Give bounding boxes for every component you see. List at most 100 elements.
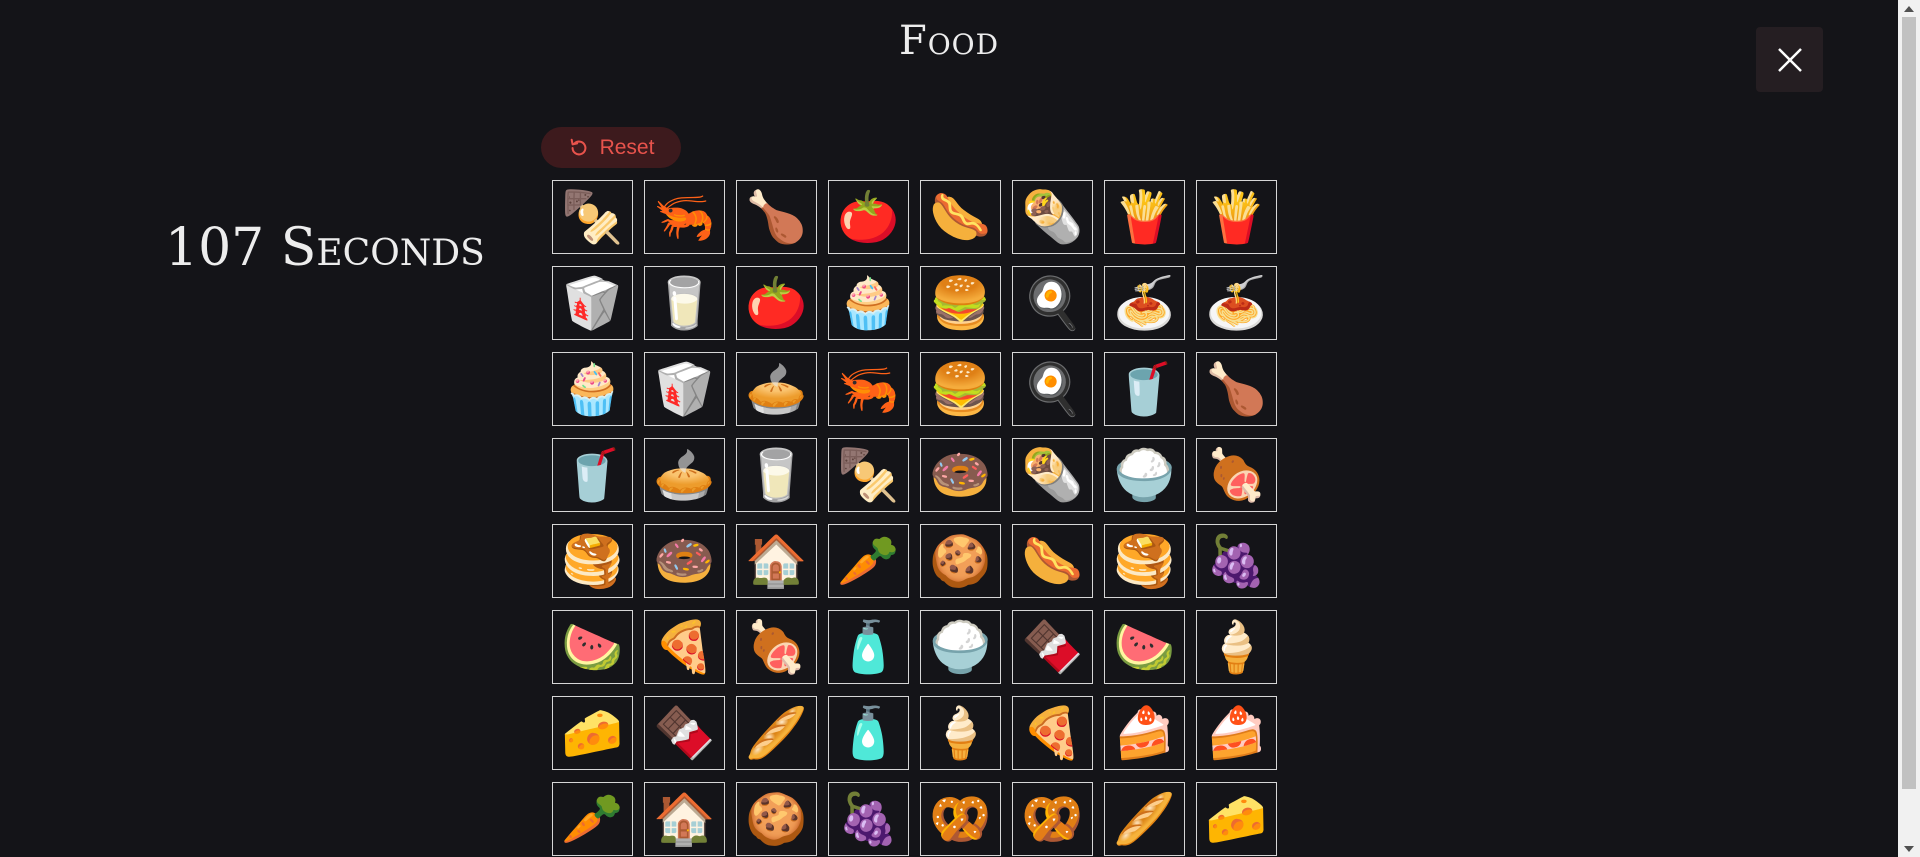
memory-card[interactable]: 🍅: [736, 266, 817, 340]
carrot-icon: 🥕: [561, 790, 624, 848]
memory-card[interactable]: 🍟: [1196, 180, 1277, 254]
memory-card[interactable]: 🍢: [828, 438, 909, 512]
memory-card[interactable]: 🍫: [644, 696, 725, 770]
memory-card[interactable]: 🥕: [552, 782, 633, 856]
memory-card[interactable]: 🍅: [828, 180, 909, 254]
memory-card[interactable]: 🥧: [736, 352, 817, 426]
memory-card[interactable]: 🧴: [828, 696, 909, 770]
memory-card[interactable]: 🏠: [736, 524, 817, 598]
pancakes-icon: 🥞: [1113, 532, 1176, 590]
roast-chicken-icon: 🍖: [745, 618, 808, 676]
hot-dog-icon: 🌭: [1021, 532, 1084, 590]
cola-bottle-icon: 🥤: [561, 446, 624, 504]
memory-card[interactable]: 🍖: [736, 610, 817, 684]
memory-card[interactable]: 🥧: [644, 438, 725, 512]
memory-card[interactable]: 🥨: [1012, 782, 1093, 856]
memory-card[interactable]: 🍰: [1196, 696, 1277, 770]
memory-card[interactable]: 🥛: [736, 438, 817, 512]
memory-card[interactable]: 🍳: [1012, 266, 1093, 340]
memory-card[interactable]: 🍫: [1012, 610, 1093, 684]
memory-card[interactable]: 🍗: [1196, 352, 1277, 426]
memory-card[interactable]: 🦐: [644, 180, 725, 254]
cupcake-icon: 🧁: [837, 274, 900, 332]
memory-card[interactable]: 🥤: [552, 438, 633, 512]
memory-card[interactable]: 🍕: [644, 610, 725, 684]
memory-card[interactable]: 🍗: [736, 180, 817, 254]
chocolate-bar-icon: 🍫: [1021, 618, 1084, 676]
rice-bowl-icon: 🍚: [1113, 446, 1176, 504]
memory-card[interactable]: 🍩: [644, 524, 725, 598]
memory-card[interactable]: 🍔: [920, 266, 1001, 340]
burrito-icon: 🌯: [1021, 446, 1084, 504]
memory-card[interactable]: 🥛: [644, 266, 725, 340]
memory-card[interactable]: 🍦: [920, 696, 1001, 770]
page-title: Food: [898, 18, 1000, 64]
scroll-up-arrow[interactable]: [1898, 0, 1920, 17]
memory-card[interactable]: 🦐: [828, 352, 909, 426]
memory-card[interactable]: 🥡: [644, 352, 725, 426]
memory-card[interactable]: 🍚: [1104, 438, 1185, 512]
french-fries-icon: 🍟: [1113, 188, 1176, 246]
condiments-icon: 🧴: [837, 704, 900, 762]
scroll-thumb[interactable]: [1902, 17, 1916, 789]
memory-card[interactable]: 🍝: [1104, 266, 1185, 340]
memory-card[interactable]: 🍰: [1104, 696, 1185, 770]
memory-card[interactable]: 🍪: [920, 524, 1001, 598]
memory-card[interactable]: 🌯: [1012, 438, 1093, 512]
cheese-icon: 🧀: [1205, 790, 1268, 848]
memory-card[interactable]: 🍦: [1196, 610, 1277, 684]
scroll-down-arrow[interactable]: [1898, 840, 1920, 857]
memory-card[interactable]: 🥖: [1104, 782, 1185, 856]
memory-card[interactable]: 🍝: [1196, 266, 1277, 340]
shrimp-icon: 🦐: [837, 360, 900, 418]
memory-card[interactable]: 🧁: [552, 352, 633, 426]
game-page: Food 107 Seconds Reset 🍢 🦐 🍗 🍅 🌭 🌯 🍟 🍟 🥡 🥛 🍅 🧁 🍔 🍳 🍝 🍝 🧁…: [0, 0, 1898, 857]
memory-card[interactable]: 🧀: [552, 696, 633, 770]
memory-card[interactable]: 🌭: [1012, 524, 1093, 598]
french-fries-icon: 🍟: [1205, 188, 1268, 246]
cheese-icon: 🧀: [561, 704, 624, 762]
burrito-icon: 🌯: [1021, 188, 1084, 246]
condiments-icon: 🧴: [837, 618, 900, 676]
baguette-icon: 🥖: [745, 704, 808, 762]
memory-card[interactable]: 🥞: [1104, 524, 1185, 598]
memory-card[interactable]: 🍉: [1104, 610, 1185, 684]
memory-card[interactable]: 🍔: [920, 352, 1001, 426]
memory-card[interactable]: 🍇: [1196, 524, 1277, 598]
noodles-icon: 🍝: [1205, 274, 1268, 332]
memory-card[interactable]: 🍩: [920, 438, 1001, 512]
vertical-scrollbar[interactable]: [1898, 0, 1920, 857]
milk-bottle-icon: 🥛: [745, 446, 808, 504]
memory-card[interactable]: 🌭: [920, 180, 1001, 254]
memory-card[interactable]: 🍉: [552, 610, 633, 684]
memory-card[interactable]: 🧀: [1196, 782, 1277, 856]
memory-card[interactable]: 🥡: [552, 266, 633, 340]
memory-card[interactable]: 🍇: [828, 782, 909, 856]
memory-card[interactable]: 🍖: [1196, 438, 1277, 512]
cheesecake-icon: 🍰: [1205, 704, 1268, 762]
reset-button[interactable]: Reset: [541, 127, 681, 168]
memory-card[interactable]: 🍚: [920, 610, 1001, 684]
memory-card[interactable]: 🍪: [736, 782, 817, 856]
close-button[interactable]: [1756, 27, 1823, 92]
memory-card[interactable]: 🍟: [1104, 180, 1185, 254]
memory-card[interactable]: 🍕: [1012, 696, 1093, 770]
noodles-icon: 🍝: [1113, 274, 1176, 332]
memory-card[interactable]: 🥤: [1104, 352, 1185, 426]
baguette-icon: 🥖: [1113, 790, 1176, 848]
takeout-box-icon: 🥡: [653, 360, 716, 418]
milk-bottle-icon: 🥛: [653, 274, 716, 332]
carrot-icon: 🥕: [837, 532, 900, 590]
memory-card[interactable]: 🥕: [828, 524, 909, 598]
memory-card[interactable]: 🌯: [1012, 180, 1093, 254]
shrimp-icon: 🦐: [653, 188, 716, 246]
memory-card[interactable]: 🍢: [552, 180, 633, 254]
skewer-icon: 🍢: [837, 446, 900, 504]
memory-card[interactable]: 🥞: [552, 524, 633, 598]
memory-card[interactable]: 🥨: [920, 782, 1001, 856]
memory-card[interactable]: 🧁: [828, 266, 909, 340]
memory-card[interactable]: 🧴: [828, 610, 909, 684]
memory-card[interactable]: 🍳: [1012, 352, 1093, 426]
memory-card[interactable]: 🏠: [644, 782, 725, 856]
memory-card[interactable]: 🥖: [736, 696, 817, 770]
